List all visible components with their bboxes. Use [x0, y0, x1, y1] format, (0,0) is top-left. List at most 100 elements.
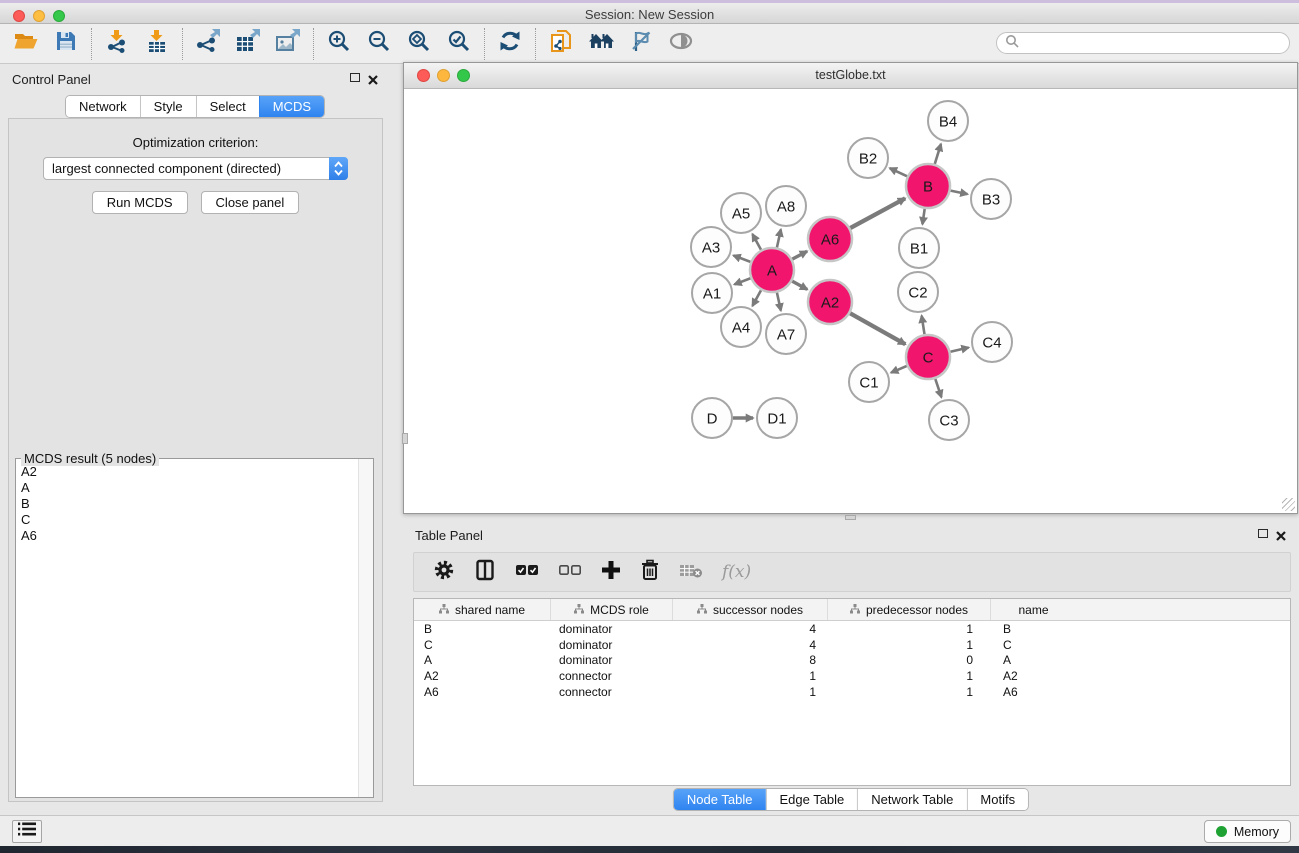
tab-mcds[interactable]: MCDS [259, 96, 324, 117]
table-cell[interactable]: 1 [673, 669, 828, 683]
node-B1[interactable]: B1 [899, 228, 939, 268]
search-input[interactable] [1024, 35, 1289, 51]
export-network-button[interactable] [188, 28, 228, 60]
edge-A-A6[interactable] [792, 251, 807, 259]
zoom-out-button[interactable] [359, 28, 399, 60]
edge-C-C2[interactable] [922, 316, 925, 335]
close-panel-button[interactable]: Close panel [201, 191, 300, 214]
zoom-selected-button[interactable] [439, 28, 479, 60]
task-history-button[interactable] [12, 820, 42, 843]
table-row[interactable]: Bdominator41B [414, 621, 1290, 637]
edge-C-C1[interactable] [891, 366, 907, 373]
result-item[interactable]: C [21, 512, 358, 528]
network-canvas[interactable]: B4B2BB3B1A5A8A6A3AA1C2A2A4A7C4CC1C3DD1 [404, 89, 1297, 513]
node-A6[interactable]: A6 [808, 217, 852, 261]
refresh-button[interactable] [490, 28, 530, 60]
node-B2[interactable]: B2 [848, 138, 888, 178]
memory-button[interactable]: Memory [1204, 820, 1291, 843]
node-A3[interactable]: A3 [691, 227, 731, 267]
table-row[interactable]: A6connector11A6 [414, 684, 1290, 700]
column-header-mcds-role[interactable]: MCDS role [551, 599, 673, 620]
add-column-button[interactable] [601, 560, 621, 585]
edge-A-A3[interactable] [733, 255, 750, 261]
open-file-button[interactable] [6, 28, 46, 60]
node-B4[interactable]: B4 [928, 101, 968, 141]
node-A4[interactable]: A4 [721, 307, 761, 347]
table-row[interactable]: A2connector11A2 [414, 668, 1290, 684]
table-cell[interactable]: A [414, 653, 551, 667]
table-cell[interactable]: 4 [673, 638, 828, 652]
search-box[interactable] [996, 32, 1290, 54]
table-cell[interactable]: 0 [828, 653, 991, 667]
table-cell[interactable]: connector [551, 669, 673, 683]
show-columns-button[interactable] [474, 559, 496, 586]
close-panel-icon[interactable] [368, 72, 378, 90]
node-C1[interactable]: C1 [849, 362, 889, 402]
node-B3[interactable]: B3 [971, 179, 1011, 219]
node-C[interactable]: C [906, 335, 950, 379]
table-cell[interactable]: B [991, 622, 1076, 636]
node-A8[interactable]: A8 [766, 186, 806, 226]
resize-grip-icon[interactable] [1282, 498, 1295, 511]
export-image-button[interactable] [268, 28, 308, 60]
edge-A-A5[interactable] [752, 234, 761, 250]
node-B[interactable]: B [906, 164, 950, 208]
edge-B-B2[interactable] [890, 168, 907, 176]
tab-edge-table[interactable]: Edge Table [765, 789, 857, 810]
run-mcds-button[interactable]: Run MCDS [92, 191, 188, 214]
node-A7[interactable]: A7 [766, 314, 806, 354]
table-cell[interactable]: A [991, 653, 1076, 667]
eye-button[interactable] [661, 28, 701, 60]
column-header-name[interactable]: name [991, 599, 1076, 620]
tab-network[interactable]: Network [66, 96, 140, 117]
table-cell[interactable]: 1 [828, 669, 991, 683]
window-titlebar[interactable]: Session: New Session [0, 3, 1299, 24]
table-cell[interactable]: connector [551, 685, 673, 699]
edge-A-A8[interactable] [777, 229, 781, 247]
result-scrollbar[interactable] [358, 459, 373, 797]
export-table-button[interactable] [228, 28, 268, 60]
clone-network-button[interactable] [541, 28, 581, 60]
edge-C-C3[interactable] [935, 379, 941, 397]
table-settings-button[interactable] [433, 559, 455, 586]
node-A5[interactable]: A5 [721, 193, 761, 233]
zoom-in-button[interactable] [319, 28, 359, 60]
edge-A-A7[interactable] [777, 292, 781, 310]
edge-C-C4[interactable] [950, 347, 968, 351]
home-button[interactable] [581, 28, 621, 60]
column-header-successor-nodes[interactable]: successor nodes [673, 599, 828, 620]
splitter-handle[interactable] [402, 433, 408, 444]
edge-A6-B[interactable] [850, 198, 905, 228]
delete-table-button[interactable] [679, 561, 703, 584]
network-window-titlebar[interactable]: testGlobe.txt [404, 63, 1297, 89]
result-item[interactable]: A [21, 480, 358, 496]
result-item[interactable]: A6 [21, 528, 358, 544]
delete-column-button[interactable] [640, 559, 660, 586]
column-header-predecessor-nodes[interactable]: predecessor nodes [828, 599, 991, 620]
table-cell[interactable]: 1 [828, 638, 991, 652]
table-cell[interactable]: 1 [828, 685, 991, 699]
table-cell[interactable]: 1 [673, 685, 828, 699]
edge-B-B1[interactable] [922, 209, 924, 224]
table-header-row[interactable]: shared nameMCDS rolesuccessor nodesprede… [414, 599, 1290, 621]
table-cell[interactable]: 1 [828, 622, 991, 636]
table-body[interactable]: Bdominator41BCdominator41CAdominator80AA… [414, 621, 1290, 699]
graphics-details-button[interactable] [621, 28, 661, 60]
table-cell[interactable]: C [414, 638, 551, 652]
import-table-button[interactable] [137, 28, 177, 60]
table-cell[interactable]: C [991, 638, 1076, 652]
result-item[interactable]: A2 [21, 464, 358, 480]
node-table[interactable]: shared nameMCDS rolesuccessor nodesprede… [413, 598, 1291, 786]
edge-A-A4[interactable] [752, 290, 761, 306]
table-cell[interactable]: B [414, 622, 551, 636]
select-all-button[interactable] [515, 562, 539, 583]
result-item[interactable]: B [21, 496, 358, 512]
function-builder-button[interactable]: f(x) [722, 562, 751, 582]
node-A2[interactable]: A2 [808, 280, 852, 324]
edge-A2-C[interactable] [850, 313, 905, 344]
float-panel-icon[interactable] [350, 73, 360, 82]
network-view-window[interactable]: testGlobe.txt B4B2BB3B1A5A8A6A3AA1C2A2A4… [403, 62, 1298, 514]
edge-A-A2[interactable] [792, 281, 807, 289]
table-cell[interactable]: A6 [991, 685, 1076, 699]
node-C3[interactable]: C3 [929, 400, 969, 440]
